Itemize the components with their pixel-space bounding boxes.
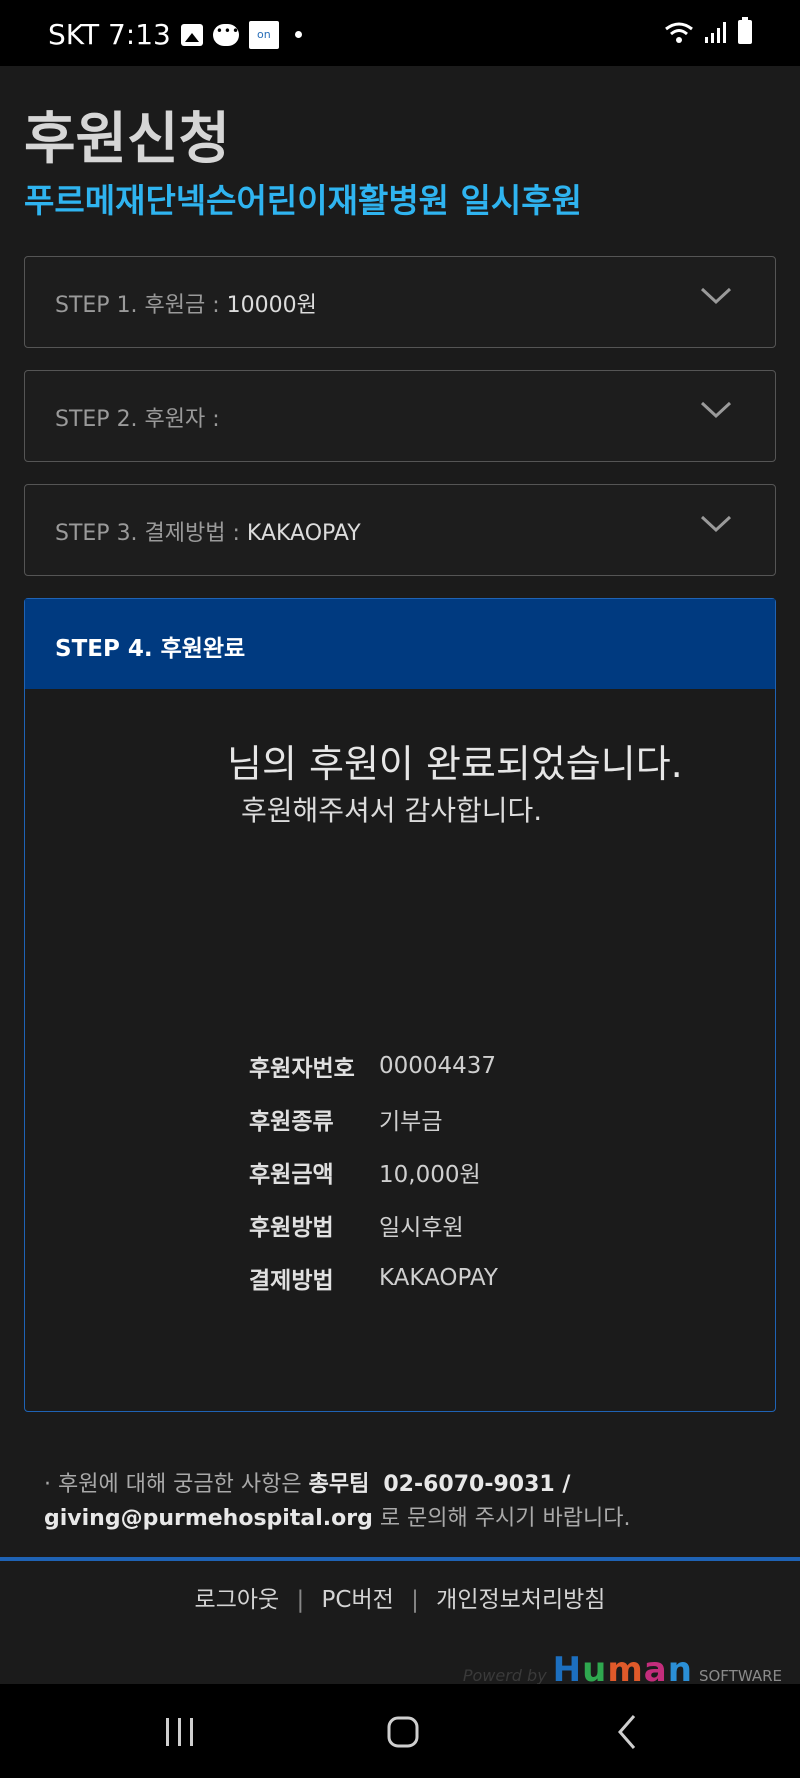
powered-by-text: Powerd by [462,1666,547,1685]
footer-links: 로그아웃 | PC버전 | 개인정보처리방침 [0,1580,800,1614]
footer-divider [0,1557,800,1561]
detail-value: 일시후원 [379,1214,464,1241]
recent-apps-button[interactable] [150,1710,210,1754]
detail-value: 10,000원 [379,1161,481,1188]
back-icon [618,1715,636,1749]
footer-separator: | [411,1587,419,1613]
detail-row: 후원자번호 00004437 [249,1039,498,1092]
software-text: SOFTWARE [698,1667,782,1685]
detail-row: 후원방법 일시후원 [249,1198,498,1251]
detail-key: 후원종류 [249,1108,334,1135]
logout-link[interactable]: 로그아웃 [185,1587,290,1613]
home-button[interactable] [373,1710,433,1754]
step-3-value: KAKAOPAY [246,521,361,546]
battery-icon [738,17,752,44]
detail-key: 후원방법 [249,1214,334,1241]
step-1-value: 10000원 [226,293,317,318]
step-1-label: STEP 1. 후원금 : 10000원 [55,287,317,319]
donation-details: 후원자번호 00004437 후원종류 기부금 후원금액 10,000원 후원방… [249,1039,498,1304]
status-bar: SKT 7:13 on [0,0,800,66]
contact-lead: · 후원에 대해 궁금한 사항은 [44,1472,309,1497]
step-2-accordion[interactable]: STEP 2. 후원자 : [24,370,776,462]
step-3-label: STEP 3. 결제방법 : KAKAOPAY [55,515,361,547]
status-right [664,17,752,44]
detail-row: 후원금액 10,000원 [249,1145,498,1198]
home-icon [387,1716,419,1748]
step-4-panel: STEP 4. 후원완료 님의 후원이 완료되었습니다. 후원해주셔서 감사합니… [24,598,776,1412]
step-3-accordion[interactable]: STEP 3. 결제방법 : KAKAOPAY [24,484,776,576]
detail-value: 00004437 [379,1052,497,1079]
step-1-accordion[interactable]: STEP 1. 후원금 : 10000원 [24,256,776,348]
pc-version-link[interactable]: PC버전 [312,1587,404,1613]
completion-message: 님의 후원이 완료되었습니다. [227,742,683,786]
contact-note: · 후원에 대해 궁금한 사항은 총무팀 02-6070-9031 / givi… [44,1468,774,1536]
detail-value: 기부금 [379,1108,443,1135]
chevron-down-icon[interactable] [699,513,733,535]
signal-icon [704,20,728,44]
step-4-header[interactable]: STEP 4. 후원완료 [25,599,775,689]
detail-key: 후원자번호 [249,1055,355,1082]
step-2-prefix: STEP 2. 후원자 : [55,407,220,432]
detail-key: 후원금액 [249,1161,334,1188]
chevron-down-icon[interactable] [699,285,733,307]
page-subtitle: 푸르메재단넥슨어린이재활병원 일시후원 [24,181,582,220]
contact-tail: 로 문의해 주시기 바랍니다. [372,1506,631,1531]
step-1-prefix: STEP 1. 후원금 : [55,293,227,318]
thanks-message: 후원해주셔서 감사합니다. [241,794,543,827]
carrier-time: SKT 7:13 [48,18,171,51]
image-icon [180,23,203,46]
navigation-bar [0,1684,800,1778]
detail-row: 후원종류 기부금 [249,1092,498,1145]
chat-icon [212,23,240,46]
privacy-policy-link[interactable]: 개인정보처리방침 [426,1587,615,1613]
step-2-label: STEP 2. 후원자 : [55,401,220,433]
detail-row: 결제방법 KAKAOPAY [249,1251,498,1304]
recent-apps-icon [166,1718,193,1746]
back-button[interactable] [598,1710,658,1754]
footer-separator: | [296,1587,305,1613]
on-badge-icon: on [248,20,279,49]
detail-value: KAKAOPAY [379,1264,498,1291]
detail-key: 결제방법 [249,1267,334,1294]
dot-icon [294,31,302,38]
step-3-prefix: STEP 3. 결제방법 : [55,521,247,546]
contact-team: 총무팀 [308,1472,370,1497]
status-left: SKT 7:13 on [48,18,302,51]
page-title: 후원신청 [24,107,231,172]
chevron-down-icon[interactable] [699,399,733,421]
wifi-icon [664,20,694,44]
step-4-title: STEP 4. 후원완료 [55,636,246,662]
